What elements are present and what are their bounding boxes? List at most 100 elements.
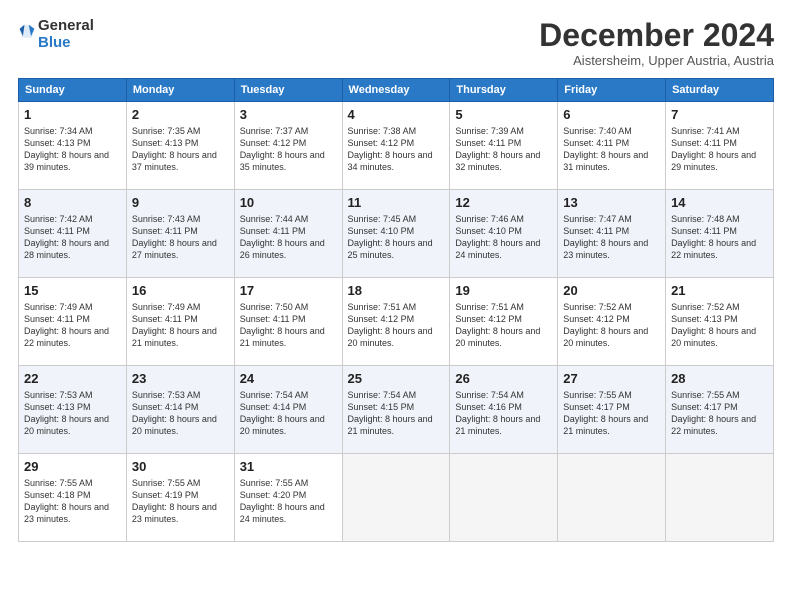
daylight-label: Daylight: 8 hours and 23 minutes. <box>24 502 109 524</box>
sunrise-label: Sunrise: 7:37 AM <box>240 126 309 136</box>
sunset-label: Sunset: 4:10 PM <box>348 226 415 236</box>
header-wednesday: Wednesday <box>342 79 450 102</box>
sunrise-label: Sunrise: 7:41 AM <box>671 126 740 136</box>
sunset-label: Sunset: 4:12 PM <box>563 314 630 324</box>
header-tuesday: Tuesday <box>234 79 342 102</box>
calendar-cell: 10 Sunrise: 7:44 AM Sunset: 4:11 PM Dayl… <box>234 190 342 278</box>
sunrise-label: Sunrise: 7:45 AM <box>348 214 417 224</box>
calendar-week-row: 29 Sunrise: 7:55 AM Sunset: 4:18 PM Dayl… <box>19 454 774 542</box>
day-number: 14 <box>671 194 768 212</box>
calendar-cell: 18 Sunrise: 7:51 AM Sunset: 4:12 PM Dayl… <box>342 278 450 366</box>
sunset-label: Sunset: 4:10 PM <box>455 226 522 236</box>
calendar-table: Sunday Monday Tuesday Wednesday Thursday… <box>18 78 774 542</box>
daylight-label: Daylight: 8 hours and 27 minutes. <box>132 238 217 260</box>
sunrise-label: Sunrise: 7:55 AM <box>24 478 93 488</box>
daylight-label: Daylight: 8 hours and 21 minutes. <box>348 414 433 436</box>
daylight-label: Daylight: 8 hours and 32 minutes. <box>455 150 540 172</box>
daylight-label: Daylight: 8 hours and 21 minutes. <box>132 326 217 348</box>
sunset-label: Sunset: 4:17 PM <box>671 402 738 412</box>
calendar-cell: 30 Sunrise: 7:55 AM Sunset: 4:19 PM Dayl… <box>126 454 234 542</box>
day-number: 15 <box>24 282 121 300</box>
day-number: 8 <box>24 194 121 212</box>
calendar-cell <box>666 454 774 542</box>
sunset-label: Sunset: 4:18 PM <box>24 490 91 500</box>
month-title: December 2024 <box>539 18 774 53</box>
calendar-week-row: 1 Sunrise: 7:34 AM Sunset: 4:13 PM Dayli… <box>19 102 774 190</box>
calendar-cell: 17 Sunrise: 7:50 AM Sunset: 4:11 PM Dayl… <box>234 278 342 366</box>
sunrise-label: Sunrise: 7:50 AM <box>240 302 309 312</box>
calendar-cell: 14 Sunrise: 7:48 AM Sunset: 4:11 PM Dayl… <box>666 190 774 278</box>
sunset-label: Sunset: 4:11 PM <box>671 138 737 148</box>
sunset-label: Sunset: 4:11 PM <box>563 138 629 148</box>
daylight-label: Daylight: 8 hours and 28 minutes. <box>24 238 109 260</box>
sunset-label: Sunset: 4:14 PM <box>240 402 307 412</box>
day-number: 31 <box>240 458 337 476</box>
header-saturday: Saturday <box>666 79 774 102</box>
day-number: 26 <box>455 370 552 388</box>
calendar-cell: 8 Sunrise: 7:42 AM Sunset: 4:11 PM Dayli… <box>19 190 127 278</box>
page: General Blue December 2024 Aistersheim, … <box>0 0 792 552</box>
calendar-cell: 9 Sunrise: 7:43 AM Sunset: 4:11 PM Dayli… <box>126 190 234 278</box>
day-number: 18 <box>348 282 445 300</box>
daylight-label: Daylight: 8 hours and 20 minutes. <box>24 414 109 436</box>
daylight-label: Daylight: 8 hours and 39 minutes. <box>24 150 109 172</box>
day-number: 24 <box>240 370 337 388</box>
sunrise-label: Sunrise: 7:53 AM <box>132 390 201 400</box>
sunrise-label: Sunrise: 7:44 AM <box>240 214 309 224</box>
calendar-cell: 28 Sunrise: 7:55 AM Sunset: 4:17 PM Dayl… <box>666 366 774 454</box>
sunset-label: Sunset: 4:13 PM <box>671 314 738 324</box>
day-number: 22 <box>24 370 121 388</box>
sunrise-label: Sunrise: 7:52 AM <box>563 302 632 312</box>
day-number: 9 <box>132 194 229 212</box>
calendar-cell: 20 Sunrise: 7:52 AM Sunset: 4:12 PM Dayl… <box>558 278 666 366</box>
sunset-label: Sunset: 4:13 PM <box>132 138 199 148</box>
calendar-cell: 11 Sunrise: 7:45 AM Sunset: 4:10 PM Dayl… <box>342 190 450 278</box>
calendar-cell: 1 Sunrise: 7:34 AM Sunset: 4:13 PM Dayli… <box>19 102 127 190</box>
sunset-label: Sunset: 4:15 PM <box>348 402 415 412</box>
daylight-label: Daylight: 8 hours and 22 minutes. <box>671 238 756 260</box>
sunset-label: Sunset: 4:11 PM <box>563 226 629 236</box>
day-number: 10 <box>240 194 337 212</box>
sunrise-label: Sunrise: 7:55 AM <box>671 390 740 400</box>
sunrise-label: Sunrise: 7:43 AM <box>132 214 201 224</box>
day-number: 12 <box>455 194 552 212</box>
sunset-label: Sunset: 4:19 PM <box>132 490 199 500</box>
day-number: 1 <box>24 106 121 124</box>
sunrise-label: Sunrise: 7:49 AM <box>132 302 201 312</box>
calendar-cell: 29 Sunrise: 7:55 AM Sunset: 4:18 PM Dayl… <box>19 454 127 542</box>
daylight-label: Daylight: 8 hours and 20 minutes. <box>348 326 433 348</box>
calendar-cell: 12 Sunrise: 7:46 AM Sunset: 4:10 PM Dayl… <box>450 190 558 278</box>
sunset-label: Sunset: 4:11 PM <box>132 314 198 324</box>
calendar-cell: 15 Sunrise: 7:49 AM Sunset: 4:11 PM Dayl… <box>19 278 127 366</box>
subtitle: Aistersheim, Upper Austria, Austria <box>539 53 774 68</box>
day-number: 3 <box>240 106 337 124</box>
sunset-label: Sunset: 4:13 PM <box>24 138 91 148</box>
sunrise-label: Sunrise: 7:46 AM <box>455 214 524 224</box>
day-number: 5 <box>455 106 552 124</box>
calendar-cell: 2 Sunrise: 7:35 AM Sunset: 4:13 PM Dayli… <box>126 102 234 190</box>
calendar-cell: 4 Sunrise: 7:38 AM Sunset: 4:12 PM Dayli… <box>342 102 450 190</box>
day-number: 11 <box>348 194 445 212</box>
daylight-label: Daylight: 8 hours and 24 minutes. <box>455 238 540 260</box>
header-friday: Friday <box>558 79 666 102</box>
sunset-label: Sunset: 4:13 PM <box>24 402 91 412</box>
daylight-label: Daylight: 8 hours and 35 minutes. <box>240 150 325 172</box>
sunset-label: Sunset: 4:12 PM <box>455 314 522 324</box>
calendar-cell <box>558 454 666 542</box>
day-number: 2 <box>132 106 229 124</box>
sunrise-label: Sunrise: 7:35 AM <box>132 126 201 136</box>
sunset-label: Sunset: 4:11 PM <box>24 314 90 324</box>
calendar-week-row: 8 Sunrise: 7:42 AM Sunset: 4:11 PM Dayli… <box>19 190 774 278</box>
daylight-label: Daylight: 8 hours and 20 minutes. <box>240 414 325 436</box>
day-number: 30 <box>132 458 229 476</box>
sunset-label: Sunset: 4:17 PM <box>563 402 630 412</box>
sunrise-label: Sunrise: 7:54 AM <box>455 390 524 400</box>
daylight-label: Daylight: 8 hours and 25 minutes. <box>348 238 433 260</box>
calendar-cell: 6 Sunrise: 7:40 AM Sunset: 4:11 PM Dayli… <box>558 102 666 190</box>
daylight-label: Daylight: 8 hours and 31 minutes. <box>563 150 648 172</box>
daylight-label: Daylight: 8 hours and 21 minutes. <box>240 326 325 348</box>
calendar-cell: 3 Sunrise: 7:37 AM Sunset: 4:12 PM Dayli… <box>234 102 342 190</box>
sunset-label: Sunset: 4:11 PM <box>455 138 521 148</box>
calendar-cell <box>450 454 558 542</box>
calendar-cell: 23 Sunrise: 7:53 AM Sunset: 4:14 PM Dayl… <box>126 366 234 454</box>
